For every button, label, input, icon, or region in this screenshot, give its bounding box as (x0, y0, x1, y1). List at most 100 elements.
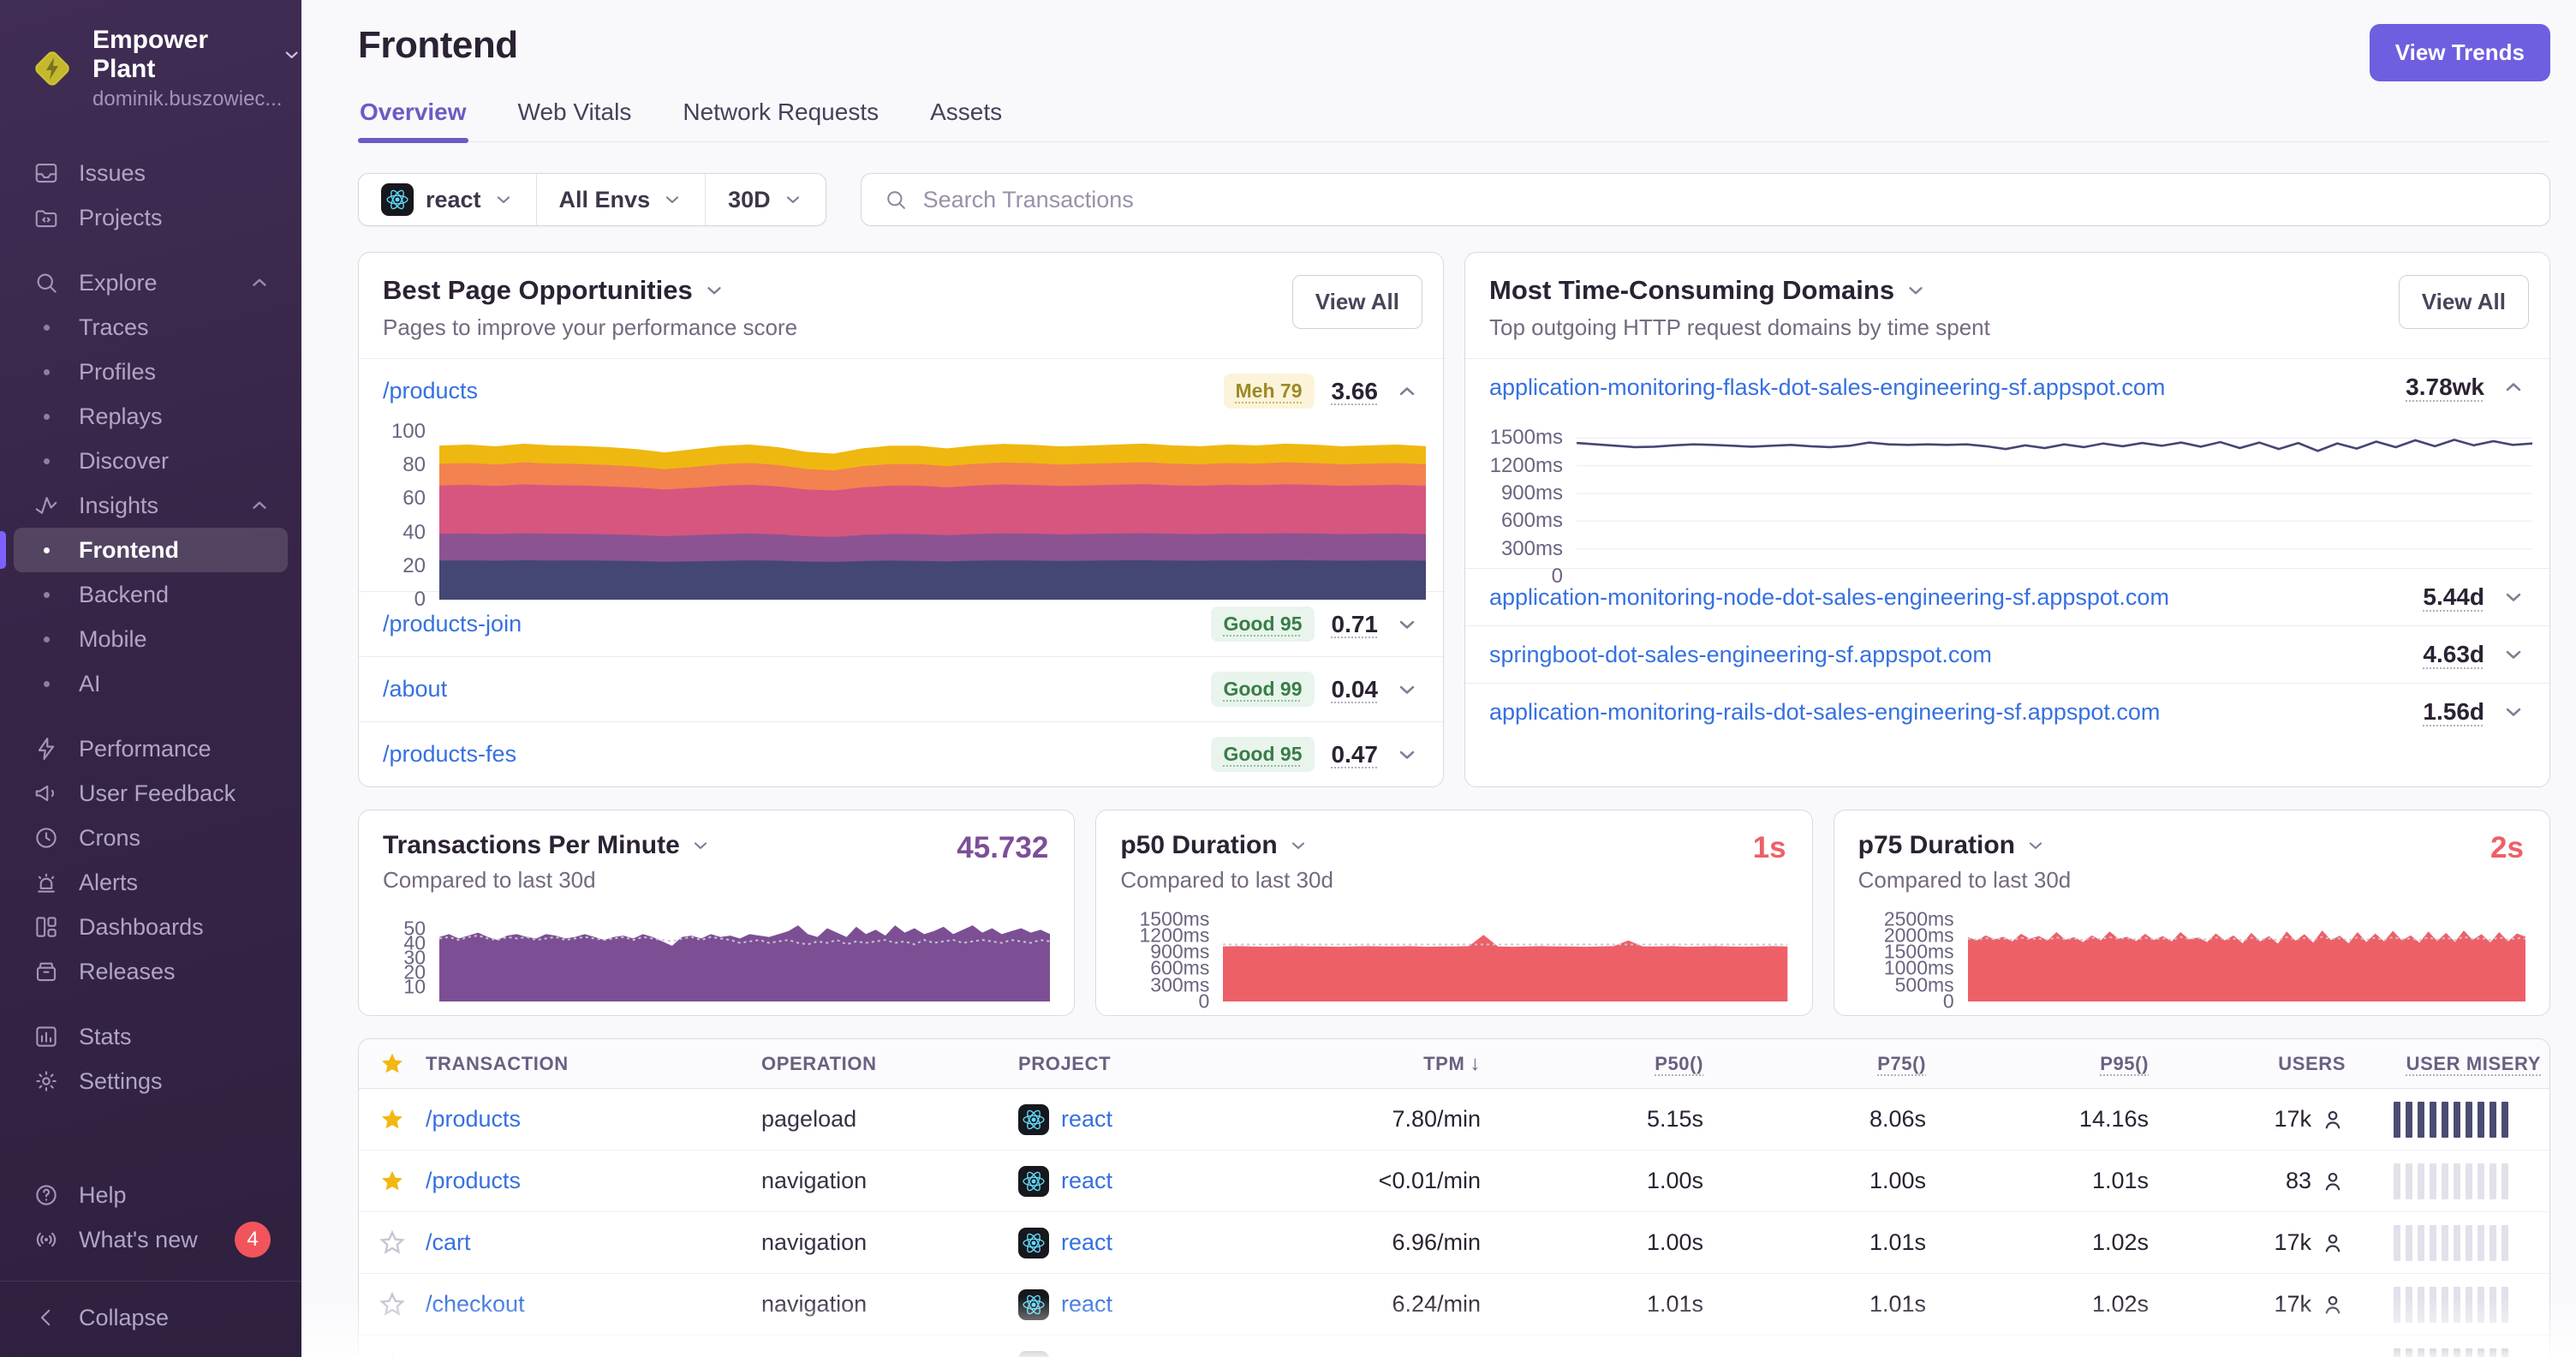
opportunity-value[interactable]: 3.66 (1332, 378, 1379, 405)
transaction-link[interactable]: /products-join (426, 1354, 761, 1357)
opportunity-value[interactable]: 0.47 (1332, 741, 1379, 768)
bullet-dot (33, 670, 60, 697)
panel-subtitle: Pages to improve your performance score (383, 314, 798, 340)
transaction-link[interactable]: /products (426, 1168, 761, 1194)
column-header-tpm[interactable]: TPM ↓ (1423, 1052, 1489, 1076)
sidebar-item-profiles[interactable]: Profiles (14, 350, 288, 394)
domain-row[interactable]: springboot-dot-sales-engineering-sf.apps… (1465, 625, 2549, 683)
metric-title: p75 Duration (1857, 831, 2016, 859)
sidebar-item-crons[interactable]: Crons (14, 816, 288, 860)
opportunities-title-dropdown[interactable]: Best Page Opportunities (383, 275, 725, 306)
view-trends-button[interactable]: View Trends (2369, 24, 2550, 81)
opportunity-row[interactable]: /about Good 99 0.04 (359, 656, 1443, 721)
star-toggle-outline[interactable] (379, 1353, 406, 1357)
sidebar-item-user-feedback[interactable]: User Feedback (14, 771, 288, 816)
sidebar-item-projects[interactable]: Projects (14, 195, 288, 240)
domain-row-expanded[interactable]: application-monitoring-flask-dot-sales-e… (1465, 358, 2549, 415)
sidebar-item-replays[interactable]: Replays (14, 394, 288, 439)
date-range-selector[interactable]: 30D (705, 174, 826, 225)
time-spent-value[interactable]: 1.56d (2423, 698, 2484, 726)
tab-network-requests[interactable]: Network Requests (681, 99, 880, 141)
sidebar-item-insights[interactable]: Insights (14, 483, 288, 528)
sidebar-item-issues[interactable]: Issues (14, 151, 288, 195)
sidebar-item-what-s-new[interactable]: What's new 4 (14, 1217, 288, 1262)
column-header-transaction[interactable]: TRANSACTION (426, 1053, 761, 1075)
tab-assets[interactable]: Assets (928, 99, 1004, 141)
metric-title-dropdown[interactable]: p50 Duration (1120, 831, 1308, 860)
page-link[interactable]: /products-join (383, 611, 1194, 637)
sidebar-item-dashboards[interactable]: Dashboards (14, 905, 288, 949)
score-badge[interactable]: Good 99 (1211, 672, 1315, 707)
time-spent-value[interactable]: 5.44d (2423, 583, 2484, 611)
project-link[interactable]: react (1061, 1291, 1112, 1318)
search-input[interactable] (922, 186, 2527, 213)
page-link[interactable]: /products (383, 378, 1207, 404)
sidebar-item-settings[interactable]: Settings (14, 1059, 288, 1103)
column-header-p50[interactable]: P50() (1655, 1053, 1712, 1075)
sidebar-item-discover[interactable]: Discover (14, 439, 288, 483)
view-all-button[interactable]: View All (1291, 275, 1422, 329)
column-header-project[interactable]: PROJECT (1018, 1053, 1275, 1075)
domain-row[interactable]: application-monitoring-rails-dot-sales-e… (1465, 683, 2549, 740)
sidebar-item-alerts[interactable]: Alerts (14, 860, 288, 905)
sidebar-item-label: Crons (79, 824, 141, 851)
column-header-operation[interactable]: OPERATION (761, 1053, 1018, 1075)
sidebar-item-stats[interactable]: Stats (14, 1014, 288, 1059)
star-column-header[interactable] (379, 1050, 406, 1078)
opportunity-row-expanded[interactable]: /products Meh 79 3.66 (359, 358, 1443, 423)
transaction-link[interactable]: /products (426, 1106, 761, 1133)
project-link[interactable]: react (1061, 1229, 1112, 1256)
column-header-p75[interactable]: P75() (1877, 1053, 1935, 1075)
domain-link[interactable]: application-monitoring-flask-dot-sales-e… (1489, 374, 2388, 401)
sidebar-item-help[interactable]: Help (14, 1173, 288, 1217)
project-link[interactable]: react (1061, 1106, 1112, 1133)
score-badge[interactable]: Good 95 (1211, 607, 1315, 642)
sidebar-item-performance[interactable]: Performance (14, 726, 288, 771)
metric-title-dropdown[interactable]: Transactions Per Minute (383, 831, 711, 860)
domain-link[interactable]: springboot-dot-sales-engineering-sf.apps… (1489, 642, 2406, 668)
star-toggle-outline[interactable] (379, 1291, 406, 1318)
sidebar-item-explore[interactable]: Explore (14, 260, 288, 305)
domain-row[interactable]: application-monitoring-node-dot-sales-en… (1465, 568, 2549, 625)
project-link[interactable]: react (1061, 1168, 1112, 1194)
sidebar-item-ai[interactable]: AI (14, 661, 288, 706)
sidebar-item-releases[interactable]: Releases (14, 949, 288, 994)
star-toggle-filled[interactable] (379, 1106, 406, 1133)
opportunity-row[interactable]: /products-fes Good 95 0.47 (359, 721, 1443, 786)
org-switcher[interactable]: Empower Plant dominik.buszowiec... (0, 26, 301, 111)
transaction-link[interactable]: /cart (426, 1229, 761, 1256)
opportunity-value[interactable]: 0.71 (1332, 611, 1379, 638)
sidebar-item-traces[interactable]: Traces (14, 305, 288, 350)
sidebar-item-collapse[interactable]: Collapse (14, 1295, 288, 1340)
environment-selector[interactable]: All Envs (535, 174, 706, 225)
opportunity-row[interactable]: /products-join Good 95 0.71 (359, 591, 1443, 656)
sidebar-item-mobile[interactable]: Mobile (14, 617, 288, 661)
sidebar-item-frontend[interactable]: Frontend (0, 528, 288, 572)
project-link[interactable]: react (1061, 1354, 1112, 1357)
domains-title-dropdown[interactable]: Most Time-Consuming Domains (1489, 275, 1927, 306)
tab-web-vitals[interactable]: Web Vitals (516, 99, 634, 141)
transaction-link[interactable]: /checkout (426, 1291, 761, 1318)
column-header-p95[interactable]: P95() (2100, 1053, 2157, 1075)
domain-link[interactable]: application-monitoring-rails-dot-sales-e… (1489, 699, 2406, 726)
tab-overview[interactable]: Overview (358, 99, 468, 143)
column-header-users[interactable]: USERS (2278, 1053, 2354, 1075)
star-toggle-outline[interactable] (379, 1229, 406, 1257)
time-spent-value[interactable]: 3.78wk (2406, 374, 2484, 401)
domain-link[interactable]: application-monitoring-node-dot-sales-en… (1489, 584, 2406, 611)
page-link[interactable]: /about (383, 676, 1194, 702)
user-misery-bars (2394, 1101, 2549, 1138)
score-badge[interactable]: Meh 79 (1223, 374, 1315, 409)
opportunity-value[interactable]: 0.04 (1332, 676, 1379, 703)
view-all-button[interactable]: View All (2398, 275, 2529, 329)
project-selector[interactable]: react (359, 174, 536, 225)
sidebar-item-backend[interactable]: Backend (14, 572, 288, 617)
time-spent-value[interactable]: 4.63d (2423, 641, 2484, 668)
star-toggle-filled[interactable] (379, 1168, 406, 1195)
score-badge[interactable]: Good 95 (1211, 737, 1315, 772)
chevron-down-icon (2501, 643, 2525, 667)
sidebar-item-label: Insights (79, 492, 159, 518)
metric-title-dropdown[interactable]: p75 Duration (1858, 831, 2046, 860)
page-link[interactable]: /products-fes (383, 741, 1194, 768)
column-header-misery[interactable]: USER MISERY (2406, 1053, 2549, 1075)
